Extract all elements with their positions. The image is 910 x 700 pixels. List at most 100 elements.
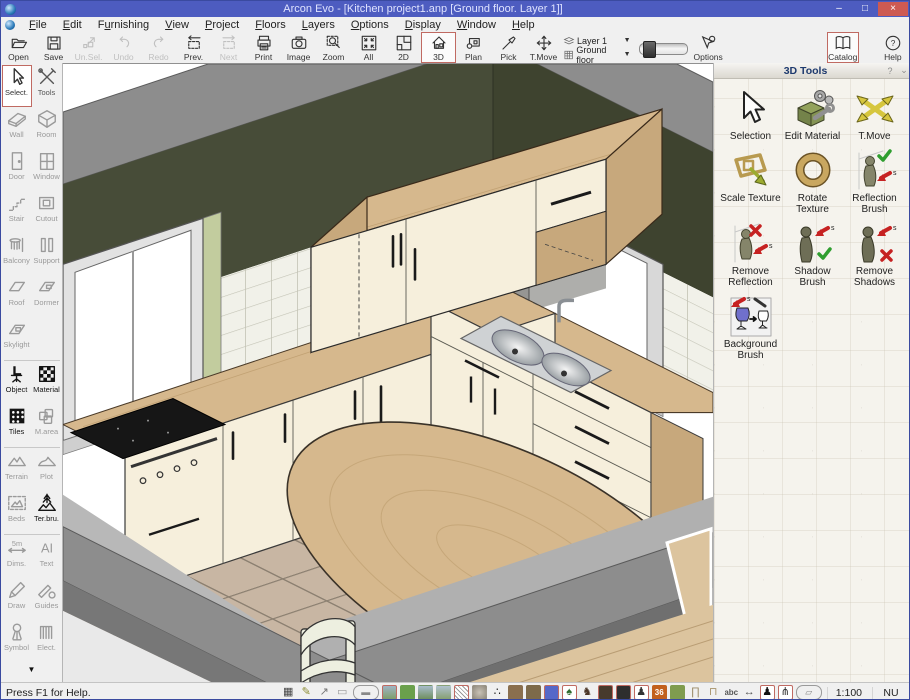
menu-display[interactable]: Display xyxy=(397,17,449,32)
panel-item-rotate-texture[interactable]: Rotate Texture xyxy=(782,149,844,216)
help-button[interactable]: ? Help xyxy=(877,32,909,63)
terrain-photo-icon[interactable] xyxy=(382,685,397,700)
panel-item-remove-shadows[interactable]: sRemove Shadows xyxy=(844,222,906,289)
sidebar-item-object[interactable]: Object xyxy=(2,362,32,404)
status-bar: Press F1 for Help. ▦✎↗▭▬∴♠♞♟36∏⊓abc↔♟⋔▱ … xyxy=(1,682,909,700)
sidebar-empty xyxy=(32,317,62,359)
boot-icon[interactable] xyxy=(616,685,631,700)
camera-tripod-icon[interactable]: ⋔ xyxy=(778,685,793,700)
menu-file[interactable]: File xyxy=(21,17,55,32)
sidebar-item-material[interactable]: Material xyxy=(32,362,62,404)
cow-icon[interactable] xyxy=(598,685,613,700)
office-chair-icon[interactable] xyxy=(544,685,559,700)
menu-floors[interactable]: Floors xyxy=(247,17,294,32)
photo2-icon[interactable] xyxy=(418,685,433,700)
restore-button[interactable]: □ xyxy=(852,2,878,16)
leaf-icon[interactable] xyxy=(670,685,685,700)
print-button[interactable]: Print xyxy=(246,32,281,63)
dimension-icon[interactable]: ↔ xyxy=(742,685,757,700)
menu-edit[interactable]: Edit xyxy=(55,17,90,32)
plot-icon xyxy=(36,450,58,472)
redo-button: Redo xyxy=(141,32,176,63)
beds-icon xyxy=(6,492,28,514)
pencil-icon[interactable]: ✎ xyxy=(299,685,314,700)
3d-tools-panel: ? 3D Tools ? ⌄ SelectionEdit MaterialT.M… xyxy=(713,63,910,682)
catalog-button[interactable]: Catalog xyxy=(827,32,859,63)
kneel-figure-icon[interactable]: ♟ xyxy=(634,685,649,700)
panel-item-scale-texture[interactable]: Scale Texture xyxy=(720,149,782,216)
undo-icon xyxy=(115,34,133,52)
frame-icon[interactable]: ∏ xyxy=(688,685,703,700)
panel-item-reflection-brush[interactable]: sReflection Brush xyxy=(844,149,906,216)
scale-indicator[interactable]: 1:100 xyxy=(827,687,872,699)
menu-project[interactable]: Project xyxy=(197,17,247,32)
pick-button[interactable]: Pick xyxy=(491,32,526,63)
svg-text:s: s xyxy=(893,170,897,177)
road-icon[interactable] xyxy=(454,685,469,700)
all-button[interactable]: All xyxy=(351,32,386,63)
zoom-slider[interactable] xyxy=(639,43,689,55)
footprints-icon[interactable]: ∴ xyxy=(490,685,505,700)
line-arrow-icon[interactable]: ↗ xyxy=(317,685,332,700)
symbol-figure-icon[interactable]: ♟ xyxy=(760,685,775,700)
sidebar-item-tiles[interactable]: Tiles xyxy=(2,404,32,446)
panel-item-selection[interactable]: Selection xyxy=(720,87,782,143)
floor-select[interactable]: Ground floor ▼ xyxy=(563,48,633,62)
panel-item-edit-material[interactable]: Edit Material xyxy=(782,87,844,143)
3d-button[interactable]: 3D xyxy=(421,32,456,63)
sidebar-item-select-[interactable]: Select. xyxy=(2,65,32,107)
panel-collapse-icon[interactable]: ⌄ xyxy=(897,65,910,76)
panel-item-background-brush[interactable]: sBackground Brush xyxy=(720,295,782,362)
minimize-button[interactable]: – xyxy=(826,2,852,16)
bench-icon[interactable]: ⊓ xyxy=(706,685,721,700)
sidebar-item-draw: Draw xyxy=(2,578,32,620)
sidebar-item-ter-bru-[interactable]: Ter.bru. xyxy=(32,491,62,533)
object-icon xyxy=(6,363,28,385)
rock-icon[interactable] xyxy=(472,685,487,700)
plan-button[interactable]: ▱ xyxy=(796,685,822,700)
horse-icon[interactable]: ♞ xyxy=(580,685,595,700)
deer-icon[interactable] xyxy=(508,685,523,700)
prev--button[interactable]: Prev. xyxy=(176,32,211,63)
tools-icon xyxy=(36,66,58,88)
menu-furnishing[interactable]: Furnishing xyxy=(90,17,157,32)
sidebar-more-button[interactable]: ▼ xyxy=(1,665,62,674)
zoom-button[interactable]: Zoom xyxy=(316,32,351,63)
menu-options[interactable]: Options xyxy=(343,17,397,32)
menu-layers[interactable]: Layers xyxy=(294,17,343,32)
chevron-down-icon[interactable]: ▼ xyxy=(624,37,633,44)
tree-icon[interactable]: ♠ xyxy=(562,685,577,700)
menu-window[interactable]: Window xyxy=(449,17,504,32)
slider-handle[interactable] xyxy=(643,41,656,58)
help-icon: ? xyxy=(884,34,902,52)
chevron-down-icon[interactable]: ▼ xyxy=(624,51,633,58)
panel-help-icon[interactable]: ? xyxy=(883,66,897,76)
panel-item-t-move[interactable]: T.Move xyxy=(844,87,906,143)
panel-item-shadow-brush[interactable]: sShadow Brush xyxy=(782,222,844,289)
grip-icon[interactable]: ▭ xyxy=(335,685,350,700)
grid-icon[interactable]: ▦ xyxy=(281,685,296,700)
window-icon xyxy=(36,150,58,172)
plan-button[interactable]: Plan xyxy=(456,32,491,63)
panel-item-remove-reflection[interactable]: sRemove Reflection xyxy=(720,222,782,289)
save-button[interactable]: Save xyxy=(36,32,71,63)
car-button[interactable]: ▬ xyxy=(353,685,379,700)
close-button[interactable]: × xyxy=(878,2,908,16)
abc-icon[interactable]: abc xyxy=(724,685,739,700)
menu-help[interactable]: Help xyxy=(504,17,543,32)
next-icon xyxy=(220,34,238,52)
sidebar-divider xyxy=(4,534,60,535)
photo3-icon[interactable] xyxy=(436,685,451,700)
sidebar-item-tools[interactable]: Tools xyxy=(32,65,62,107)
svg-text:s: s xyxy=(831,225,835,232)
image-button[interactable]: Image xyxy=(281,32,316,63)
t-move-button[interactable]: T.Move xyxy=(526,32,561,63)
bird-icon[interactable] xyxy=(526,685,541,700)
options-button[interactable]: Options xyxy=(692,32,724,63)
plot-icon[interactable] xyxy=(400,685,415,700)
2d-button[interactable]: 2D xyxy=(386,32,421,63)
3d-viewport[interactable] xyxy=(63,63,713,682)
open-button[interactable]: Open xyxy=(1,32,36,63)
menu-view[interactable]: View xyxy=(157,17,197,32)
box36-icon[interactable]: 36 xyxy=(652,685,667,700)
